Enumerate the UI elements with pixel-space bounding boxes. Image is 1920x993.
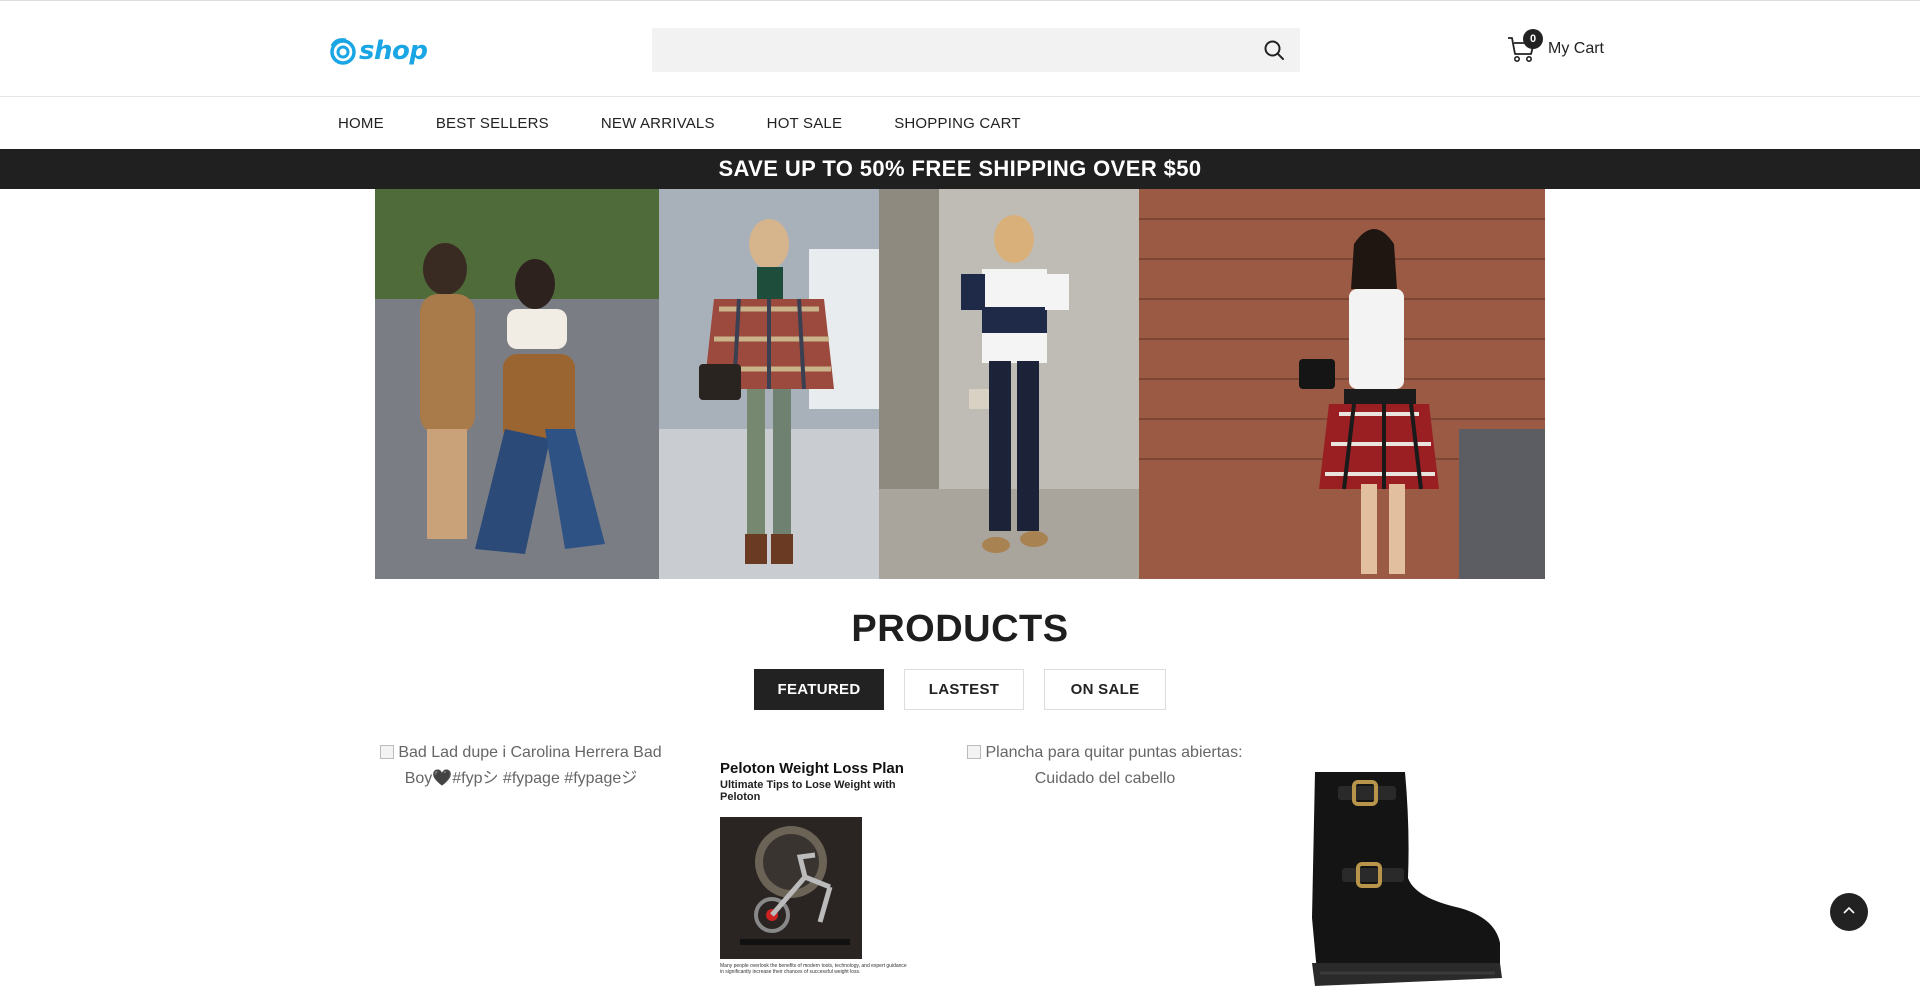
tab-on-sale[interactable]: ON SALE	[1044, 669, 1166, 710]
product-card-book[interactable]: Peloton Weight Loss Plan Ultimate Tips t…	[720, 760, 920, 975]
book-cover-bike-image	[720, 817, 862, 959]
promo-banner: SAVE UP TO 50% FREE SHIPPING OVER $50	[0, 149, 1920, 189]
book-footer-text: Many people overlook the benefits of mod…	[720, 963, 907, 975]
nav-item-hot-sale[interactable]: HOT SALE	[767, 115, 843, 132]
broken-image-icon	[380, 745, 395, 759]
logo-text: shop	[359, 36, 428, 66]
products-heading: PRODUCTS	[851, 608, 1069, 650]
banner-photo-plaid-poncho-look	[659, 189, 879, 579]
tab-lastest[interactable]: LASTEST	[904, 669, 1024, 710]
product-image-alt: Plancha para quitar puntas abiertas: Cui…	[960, 740, 1250, 792]
nav-item-best-sellers[interactable]: BEST SELLERS	[436, 115, 549, 132]
chevron-up-icon	[1841, 902, 1857, 923]
product-image-alt: Bad Lad dupe i Carolina Herrera Bad Boy🖤…	[376, 740, 666, 792]
search-bar	[652, 28, 1300, 72]
tab-featured[interactable]: FEATURED	[754, 669, 884, 710]
cart-button[interactable]: 0 My Cart	[1506, 29, 1604, 67]
logo-swirl-icon	[328, 36, 358, 66]
nav-item-shopping-cart[interactable]: SHOPPING CART	[894, 115, 1021, 132]
nav-item-new-arrivals[interactable]: NEW ARRIVALS	[601, 115, 715, 132]
banner-photo-striped-tee-look	[879, 189, 1139, 579]
product-tabs: FEATURED LASTEST ON SALE	[0, 669, 1920, 710]
broken-image-icon	[967, 745, 982, 759]
banner-photo-street-style-duo	[375, 189, 659, 579]
hero-banner[interactable]	[375, 189, 1545, 579]
scroll-to-top-button[interactable]	[1830, 893, 1868, 931]
search-input[interactable]	[652, 28, 1232, 72]
product-image-boot[interactable]	[1290, 768, 1510, 990]
banner-photo-flannel-waist-look	[1139, 189, 1545, 579]
cart-count-badge: 0	[1523, 29, 1543, 49]
cart-label: My Cart	[1548, 40, 1604, 57]
book-title: Peloton Weight Loss Plan	[720, 760, 904, 777]
search-icon[interactable]	[1262, 38, 1286, 62]
logo[interactable]: shop	[328, 34, 428, 68]
cart-icon: 0	[1506, 29, 1543, 65]
header: shop 0 My Cart	[0, 0, 1920, 97]
product-card[interactable]: Plancha para quitar puntas abiertas: Cui…	[960, 740, 1250, 993]
product-card[interactable]: Bad Lad dupe i Carolina Herrera Bad Boy🖤…	[376, 740, 666, 993]
book-subtitle: Ultimate Tips to Lose Weight with Peloto…	[720, 779, 896, 803]
nav-item-home[interactable]: HOME	[338, 115, 384, 132]
main-nav: HOME BEST SELLERS NEW ARRIVALS HOT SALE …	[0, 97, 1920, 149]
